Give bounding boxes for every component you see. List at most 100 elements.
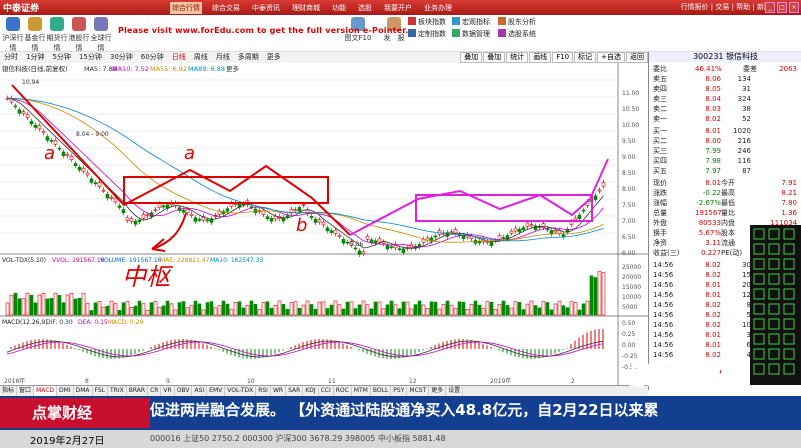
indicator-tab-23[interactable]: MCST [407, 386, 430, 396]
indicator-tab-21[interactable]: BOLL [371, 386, 392, 396]
period-tab-10[interactable]: 更多 [263, 52, 285, 63]
minimize-icon[interactable]: _ [765, 2, 775, 13]
main-chart[interactable]: 11.00 10.50 10.00 9.50 9.00 8.50 8.00 7.50 7.00 6… [0, 63, 648, 385]
draw-tool-icon[interactable] [768, 258, 780, 270]
indicator-tab-7[interactable]: BRAR [127, 386, 149, 396]
draw-tool-icon[interactable] [783, 348, 795, 360]
draw-tool-icon[interactable] [783, 288, 795, 300]
indicator-tab-24[interactable]: 更多 [429, 386, 447, 396]
indicator-tab-10[interactable]: OBV [175, 386, 193, 396]
menu-item-4[interactable]: 功能 [330, 2, 348, 14]
menu-item-1[interactable]: 综合交易 [210, 2, 242, 14]
draw-tool-icon[interactable] [783, 318, 795, 330]
draw-tool-icon[interactable] [753, 273, 765, 285]
period-tab-3[interactable]: 15分钟 [75, 52, 106, 63]
indicator-tab-19[interactable]: ROC [334, 386, 352, 396]
window-links[interactable]: 行情报价 | 交易 | 帮助 | 新版 [681, 2, 771, 12]
indicator-tab-3[interactable]: DMI [57, 386, 74, 396]
menu-item-7[interactable]: 业务办理 [422, 2, 454, 14]
indicator-tab-22[interactable]: PSY [391, 386, 408, 396]
draw-tool-icon[interactable] [783, 258, 795, 270]
indicator-tab-14[interactable]: RSI [256, 386, 271, 396]
draw-tool-icon[interactable] [768, 273, 780, 285]
draw-tool-icon[interactable] [768, 318, 780, 330]
draw-tool-icon[interactable] [768, 228, 780, 240]
chart-tool-2[interactable]: 统计 [506, 52, 529, 63]
period-tab-5[interactable]: 60分钟 [137, 52, 168, 63]
indicator-tab-15[interactable]: WR [271, 386, 287, 396]
indicator-tab-8[interactable]: CR [148, 386, 162, 396]
drawing-tool-icons[interactable] [750, 225, 801, 385]
draw-tool-icon[interactable] [783, 333, 795, 345]
indicator-tab-12[interactable]: EMV [207, 386, 226, 396]
market-button-2[interactable]: 期货行情 [46, 17, 68, 53]
draw-tool-icon[interactable] [753, 303, 765, 315]
indicator-tab-17[interactable]: KDJ [303, 386, 319, 396]
indicator-tab-2[interactable]: MACD [34, 386, 58, 396]
indicator-tab-1[interactable]: 窗口 [17, 386, 35, 396]
quick-button-0[interactable]: 板块指数 [408, 17, 446, 27]
draw-tool-icon[interactable] [753, 363, 765, 375]
draw-tool-icon[interactable] [768, 288, 780, 300]
period-tab-2[interactable]: 5分钟 [48, 52, 74, 63]
chart-tool-4[interactable]: F10 [552, 52, 574, 63]
draw-tool-icon[interactable] [768, 243, 780, 255]
quick-button-1[interactable]: 宏观指标 [452, 17, 490, 27]
draw-tool-icon[interactable] [753, 228, 765, 240]
indicator-tab-9[interactable]: VR [161, 386, 175, 396]
period-tab-4[interactable]: 30分钟 [106, 52, 137, 63]
period-tab-0[interactable]: 分时 [0, 52, 22, 63]
menu-item-0[interactable]: 综合行情 [170, 2, 202, 14]
indicator-tab-6[interactable]: TRIX [108, 386, 127, 396]
draw-tool-icon[interactable] [753, 318, 765, 330]
indicator-tab-25[interactable]: 设置 [446, 386, 464, 396]
draw-tool-icon[interactable] [783, 228, 795, 240]
draw-tool-icon[interactable] [783, 303, 795, 315]
period-tab-9[interactable]: 多周期 [234, 52, 263, 63]
period-tab-1[interactable]: 1分钟 [22, 52, 48, 63]
chart-tool-3[interactable]: 画线 [529, 52, 552, 63]
menu-item-5[interactable]: 选股 [356, 2, 374, 14]
draw-tool-icon[interactable] [783, 273, 795, 285]
draw-tool-icon[interactable] [753, 333, 765, 345]
quick-button-2[interactable]: 股东分析 [498, 17, 536, 27]
market-button-0[interactable]: 沪深行情 [2, 17, 24, 53]
period-tab-7[interactable]: 周线 [190, 52, 212, 63]
menu-item-6[interactable]: 我要开户 [382, 2, 414, 14]
chart-tool-6[interactable]: +自选 [597, 52, 625, 63]
draw-tool-icon[interactable] [753, 243, 765, 255]
indicator-tab-20[interactable]: MTM [352, 386, 371, 396]
menu-item-2[interactable]: 中泰资讯 [250, 2, 282, 14]
close-icon[interactable]: × [789, 2, 799, 13]
indicator-tab-18[interactable]: CCI [319, 386, 334, 396]
quick-button-3[interactable]: 定制指数 [408, 29, 446, 39]
indicator-tab-4[interactable]: DMA [74, 386, 93, 396]
indicator-tab-5[interactable]: FSL [93, 386, 109, 396]
draw-tool-icon[interactable] [783, 243, 795, 255]
quick-button-5[interactable]: 选股系统 [498, 29, 536, 39]
market-button-3[interactable]: 港股行情 [68, 17, 90, 53]
chart-tool-0[interactable]: 叠加 [460, 52, 483, 63]
indicator-tab-11[interactable]: ASI [192, 386, 208, 396]
draw-tool-icon[interactable] [753, 348, 765, 360]
draw-tool-icon[interactable] [768, 363, 780, 375]
market-button-1[interactable]: 基金行情 [24, 17, 46, 53]
chart-tool-7[interactable]: 返回 [626, 52, 648, 63]
draw-tool-icon[interactable] [753, 258, 765, 270]
chart-tool-5[interactable]: 标记 [574, 52, 597, 63]
draw-tool-icon[interactable] [753, 288, 765, 300]
draw-tool-icon[interactable] [783, 363, 795, 375]
period-tab-8[interactable]: 月线 [212, 52, 234, 63]
quick-button-4[interactable]: 数据管理 [452, 29, 490, 39]
menu-item-3[interactable]: 理财商城 [290, 2, 322, 14]
indicator-tab-0[interactable]: 指标 [0, 386, 18, 396]
period-tab-6[interactable]: 日线 [168, 52, 190, 63]
market-button-4[interactable]: 全球行情 [90, 17, 112, 53]
maximize-icon[interactable]: □ [777, 2, 787, 13]
chart-tool-1[interactable]: 叠加 [483, 52, 506, 63]
indicator-tab-16[interactable]: SAR [286, 386, 304, 396]
indicator-tab-13[interactable]: VOL-TDX [225, 386, 257, 396]
draw-tool-icon[interactable] [768, 348, 780, 360]
draw-tool-icon[interactable] [768, 303, 780, 315]
draw-tool-icon[interactable] [768, 333, 780, 345]
